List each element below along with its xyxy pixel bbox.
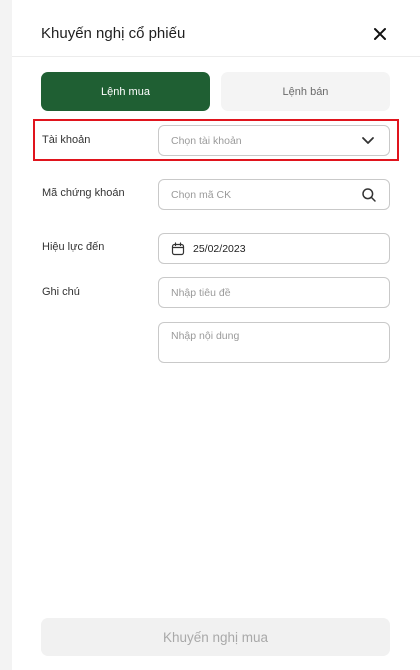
note-content-textarea[interactable]: Nhập nội dung	[158, 322, 390, 363]
background-edge	[0, 0, 12, 670]
symbol-label: Mã chứng khoán	[42, 187, 125, 199]
symbol-search-input[interactable]: Chọn mã CK	[158, 179, 390, 210]
calendar-icon	[171, 241, 185, 255]
valid-until-value: 25/02/2023	[193, 242, 246, 255]
account-highlight-box	[33, 119, 399, 161]
close-icon[interactable]	[372, 26, 388, 42]
search-icon[interactable]	[361, 187, 377, 203]
note-title-placeholder: Nhập tiêu đề	[171, 286, 231, 299]
note-title-input[interactable]: Nhập tiêu đề	[158, 277, 390, 308]
tab-sell-order[interactable]: Lệnh bán	[221, 72, 390, 111]
note-label: Ghi chú	[42, 286, 80, 298]
panel-title: Khuyến nghị cổ phiếu	[41, 25, 186, 42]
panel-header: Khuyến nghị cổ phiếu	[12, 0, 420, 57]
submit-recommend-buy-button[interactable]: Khuyến nghị mua	[41, 618, 390, 656]
valid-until-label: Hiệu lực đến	[42, 241, 105, 253]
valid-until-date-field[interactable]: 25/02/2023	[158, 233, 390, 264]
order-type-tabs: Lệnh mua Lệnh bán	[41, 72, 390, 111]
note-content-placeholder: Nhập nội dung	[171, 330, 240, 342]
symbol-placeholder: Chọn mã CK	[171, 188, 232, 201]
tab-buy-order[interactable]: Lệnh mua	[41, 72, 210, 111]
recommendation-panel: Khuyến nghị cổ phiếu Lệnh mua Lệnh bán T…	[12, 0, 420, 670]
